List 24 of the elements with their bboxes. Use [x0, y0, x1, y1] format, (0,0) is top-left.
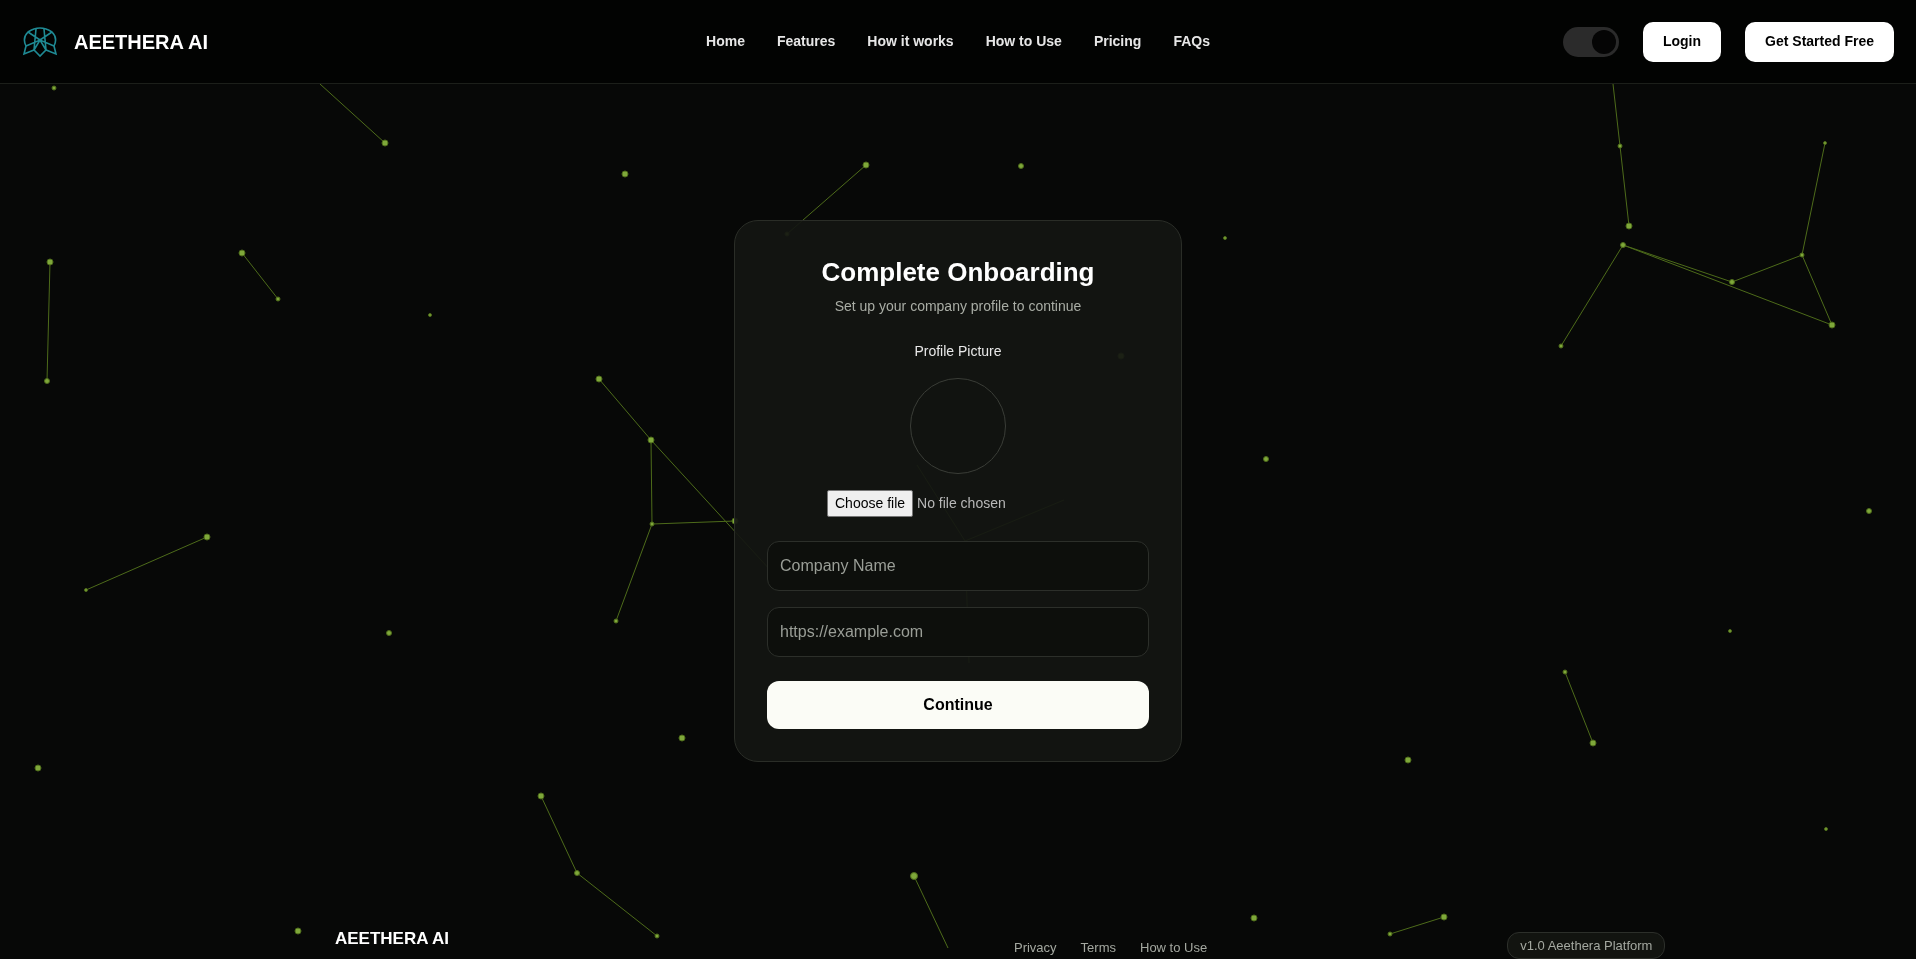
- footer-link[interactable]: Terms: [1080, 937, 1116, 957]
- profile-picture-label: Profile Picture: [914, 342, 1002, 362]
- get-started-button[interactable]: Get Started Free: [1745, 21, 1894, 62]
- footer-link[interactable]: Privacy: [1014, 937, 1057, 957]
- brain-logo-icon: [22, 25, 58, 58]
- nav-link[interactable]: How it works: [867, 31, 954, 52]
- continue-button[interactable]: Continue: [767, 681, 1149, 730]
- login-button[interactable]: Login: [1642, 21, 1722, 62]
- brand-name: AEETHERA AI: [74, 29, 209, 55]
- card-title: Complete Onboarding: [821, 257, 1095, 289]
- file-status: No file chosen: [917, 494, 1006, 514]
- nav-link[interactable]: FAQs: [1173, 31, 1210, 52]
- choose-file-button[interactable]: Choose file: [827, 490, 914, 518]
- version-badge: v1.0 Aeethera Platform: [1507, 931, 1666, 959]
- nav-link[interactable]: Features: [776, 31, 836, 52]
- nav-link[interactable]: Pricing: [1093, 31, 1142, 52]
- input-field[interactable]: https://example.com: [767, 607, 1149, 658]
- input-field[interactable]: Company Name: [767, 541, 1149, 592]
- nav-link[interactable]: How to Use: [985, 31, 1062, 52]
- card-subtitle: Set up your company profile to continue: [834, 297, 1082, 317]
- footer-link[interactable]: How to Use: [1140, 937, 1208, 957]
- theme-toggle[interactable]: [1562, 26, 1619, 57]
- footer-brand: AEETHERA AI: [335, 928, 449, 951]
- nav-link[interactable]: Home: [706, 31, 745, 52]
